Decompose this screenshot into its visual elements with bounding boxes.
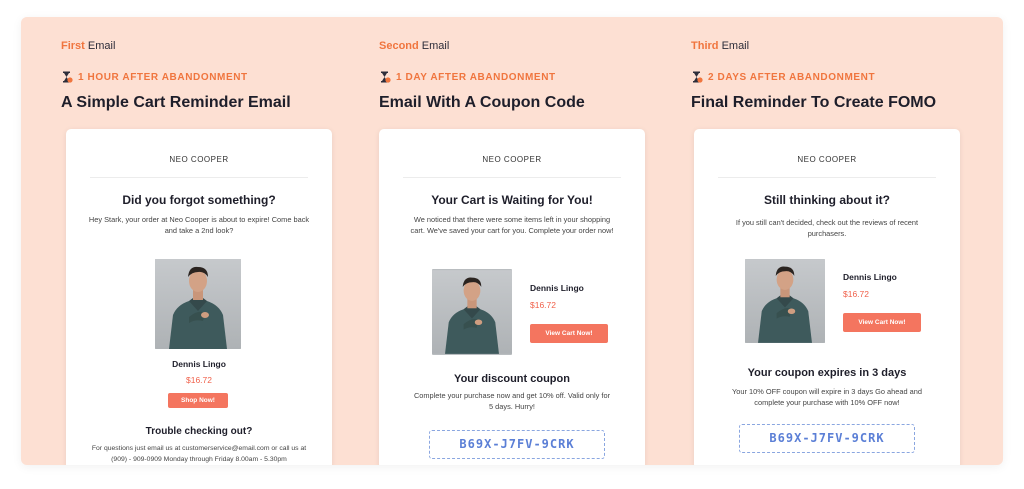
email-word: Email (421, 40, 450, 52)
divider (90, 177, 308, 178)
email-order-number: Second (379, 40, 419, 52)
card-title: Did you forgot something? (122, 193, 276, 207)
email-headline: A Simple Cart Reminder Email (61, 94, 291, 111)
product-image (745, 259, 825, 343)
product-price: $16.72 (186, 375, 212, 385)
view-cart-button[interactable]: View Cart Now! (530, 324, 608, 343)
hourglass-icon (691, 71, 703, 83)
divider (403, 177, 621, 178)
brand-name: NEO COOPER (482, 155, 542, 164)
email-headline: Final Reminder To Create FOMO (691, 94, 937, 111)
email-order-label: Third Email (691, 40, 749, 52)
card-body-text: If you still can't decided, check out th… (735, 218, 919, 238)
email-timing: 2 DAYS AFTER ABANDONMENT (691, 71, 875, 83)
email-headline: Email With A Coupon Code (379, 94, 585, 111)
email-order-label: Second Email (379, 40, 449, 52)
coupon-code[interactable]: B69X-J7FV-9CRK (429, 430, 605, 459)
email-order-number: Third (691, 40, 719, 52)
footer-title: Trouble checking out? (145, 426, 253, 437)
timing-text: 1 HOUR AFTER ABANDONMENT (78, 71, 248, 83)
brand-name: NEO COOPER (169, 155, 229, 164)
email-order-label: First Email (61, 40, 115, 52)
email-timing: 1 HOUR AFTER ABANDONMENT (61, 71, 248, 83)
coupon-code[interactable]: B69X-J7FV-9CRK (739, 424, 915, 453)
hourglass-icon (379, 71, 391, 83)
view-cart-button[interactable]: View Cart Now! (843, 313, 921, 332)
email-word: Email (721, 40, 750, 52)
product-image (155, 259, 241, 349)
timing-text: 2 DAYS AFTER ABANDONMENT (708, 71, 876, 83)
footer-text: For questions just email us at customers… (91, 445, 307, 463)
product-image (432, 269, 512, 355)
coupon-text: Your 10% OFF coupon will expire in 3 day… (732, 387, 922, 407)
email-sequence-panel: First Email 1 HOUR AFTER ABANDONMENT A S… (21, 17, 1003, 465)
product-price: $16.72 (530, 300, 556, 310)
product-name: Dennis Lingo (843, 272, 897, 282)
coupon-title: Your coupon expires in 3 days (747, 367, 907, 379)
email-preview-card: NEO COOPER Still thinking about it? If y… (694, 129, 960, 465)
email-order-number: First (61, 40, 85, 52)
coupon-title: Your discount coupon (454, 373, 570, 385)
product-name: Dennis Lingo (530, 283, 584, 293)
card-body-text: Hey Stark, your order at Neo Cooper is a… (88, 215, 310, 235)
brand-name: NEO COOPER (797, 155, 857, 164)
divider (718, 177, 936, 178)
email-timing: 1 DAY AFTER ABANDONMENT (379, 71, 556, 83)
email-word: Email (87, 40, 116, 52)
email-preview-card: NEO COOPER Did you forgot something? Hey… (66, 129, 332, 465)
card-title: Still thinking about it? (764, 193, 890, 207)
shop-now-button[interactable]: Shop Now! (168, 393, 228, 408)
coupon-text: Complete your purchase now and get 10% o… (413, 391, 611, 411)
product-price: $16.72 (843, 289, 869, 299)
email-preview-card: NEO COOPER Your Cart is Waiting for You!… (379, 129, 645, 465)
card-title: Your Cart is Waiting for You! (431, 193, 593, 207)
product-name: Dennis Lingo (172, 359, 226, 369)
timing-text: 1 DAY AFTER ABANDONMENT (396, 71, 556, 83)
hourglass-icon (61, 71, 73, 83)
card-body-text: We noticed that there were some items le… (410, 215, 614, 235)
